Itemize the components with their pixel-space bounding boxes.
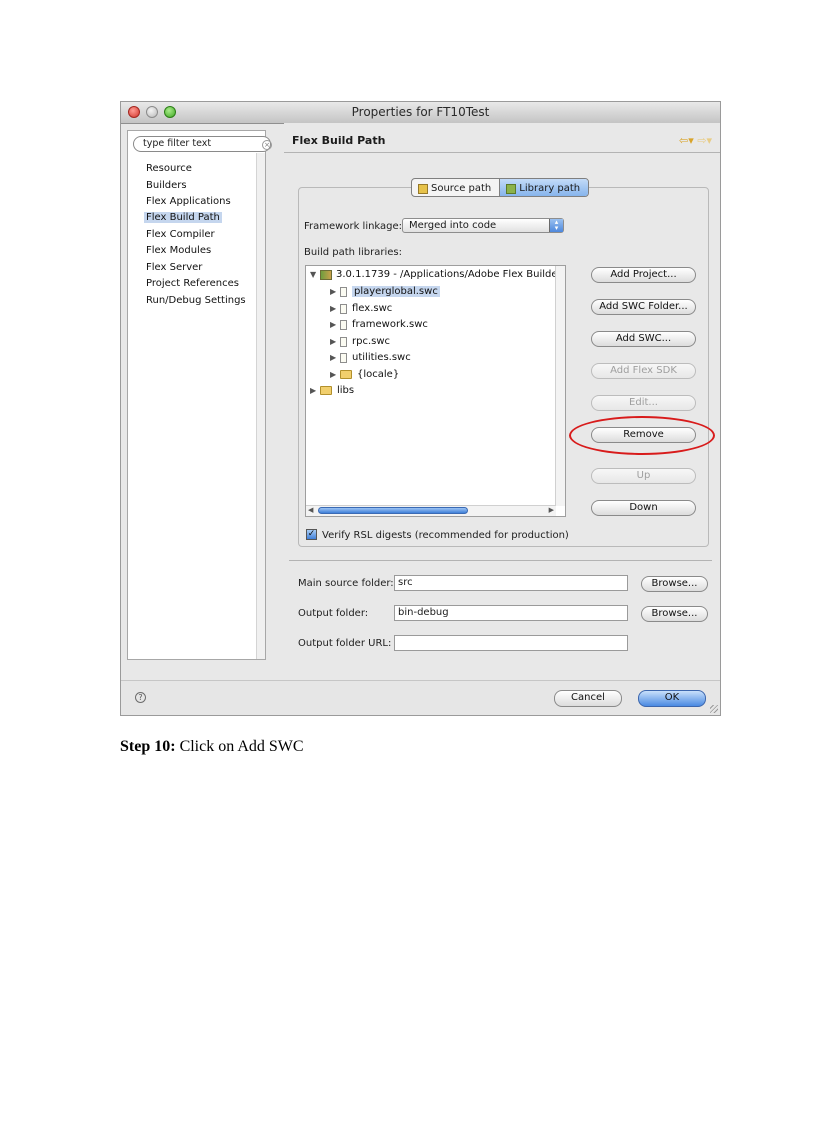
tree-node-sdk[interactable]: ▼ 3.0.1.1739 - /Applications/Adobe Flex … [310,269,566,280]
collapsed-triangle-icon[interactable]: ▶ [330,320,340,329]
build-path-libraries-label: Build path libraries: [304,247,402,258]
verify-rsl-label: Verify RSL digests (recommended for prod… [322,530,569,541]
tree-node-libs[interactable]: ▶ libs [310,385,354,396]
sidebar-item-flex-server[interactable]: Flex Server [146,262,202,273]
path-tabs: Source path Library path [411,178,590,197]
collapsed-triangle-icon[interactable]: ▶ [310,386,320,395]
collapsed-triangle-icon[interactable]: ▶ [330,370,340,379]
main-source-folder-label: Main source folder: [298,578,394,589]
filter-input[interactable]: type filter text × [133,136,272,152]
collapsed-triangle-icon[interactable]: ▶ [330,304,340,313]
scroll-right-icon[interactable]: ▶ [549,506,554,514]
output-folder-url-input[interactable] [394,635,628,651]
rpc-swc-label: rpc.swc [352,336,391,347]
flex-swc-label: flex.swc [352,303,393,314]
forward-arrow-icon[interactable]: ⇨▾ [697,134,712,147]
output-folder-label: Output folder: [298,608,369,619]
expanded-triangle-icon[interactable]: ▼ [310,270,320,279]
swc-file-icon [340,352,347,363]
sdk-node-label: 3.0.1.1739 - /Applications/Adobe Flex Bu… [336,269,566,280]
tab-library-path[interactable]: Library path [499,179,589,196]
playerglobal-label: playerglobal.swc [352,286,440,297]
collapsed-triangle-icon[interactable]: ▶ [330,287,340,296]
history-nav: ⇦▾ ⇨▾ [679,134,712,147]
scroll-left-icon[interactable]: ◀ [308,506,313,514]
window-title: Properties for FT10Test [351,105,490,119]
tab-source-path[interactable]: Source path [412,179,499,196]
sidebar-item-project-references[interactable]: Project References [146,278,239,289]
down-button[interactable]: Down [591,500,696,516]
sidebar-item-flex-build-path[interactable]: Flex Build Path [144,212,222,223]
tree-node-utilities[interactable]: ▶ utilities.swc [330,352,411,363]
collapsed-triangle-icon[interactable]: ▶ [330,353,340,362]
swc-file-icon [340,286,347,297]
horizontal-scroll-thumb[interactable] [318,507,468,514]
flex-build-path-page: Flex Build Path ⇦▾ ⇨▾ Source path Librar… [284,123,720,681]
framework-linkage-select[interactable]: Merged into code ▴ ▾ [402,218,564,233]
remove-highlight-ring [569,416,715,455]
sidebar-item-flex-compiler[interactable]: Flex Compiler [146,229,215,240]
cancel-button[interactable]: Cancel [554,690,622,707]
tree-node-locale[interactable]: ▶ {locale} [330,369,399,380]
framework-linkage-value: Merged into code [409,220,497,231]
folder-icon [320,386,332,395]
sidebar-item-builders[interactable]: Builders [146,180,187,191]
section-divider [289,560,712,561]
step-number: Step 10: [120,738,176,755]
folder-icon [340,370,352,379]
add-project-button[interactable]: Add Project... [591,267,696,283]
tree-node-rpc[interactable]: ▶ rpc.swc [330,336,390,347]
swc-file-icon [340,336,347,347]
add-swc-folder-button[interactable]: Add SWC Folder... [591,299,696,315]
output-folder-url-label: Output folder URL: [298,638,392,649]
add-swc-button[interactable]: Add SWC... [591,331,696,347]
step-caption: Step 10: Click on Add SWC [120,738,304,756]
source-folder-icon [418,183,428,194]
tab-library-path-label: Library path [519,183,581,194]
sidebar-scrollbar[interactable] [256,153,265,659]
back-arrow-icon[interactable]: ⇦▾ [679,134,694,147]
step-instruction: Click on Add SWC [175,738,304,755]
framework-linkage-label: Framework linkage: [304,221,403,232]
verify-rsl-checkbox[interactable]: ✓ [306,529,317,540]
browse-source-folder-button[interactable]: Browse... [641,576,708,592]
sidebar-item-run-debug-settings[interactable]: Run/Debug Settings [146,295,246,306]
tab-source-path-label: Source path [431,183,492,194]
utilities-swc-label: utilities.swc [352,352,411,363]
tree-node-playerglobal[interactable]: ▶ playerglobal.swc [330,286,440,297]
library-icon [506,183,517,194]
locale-label: {locale} [357,369,400,380]
build-path-libraries-tree: ▼ 3.0.1.1739 - /Applications/Adobe Flex … [305,265,566,517]
tree-node-framework[interactable]: ▶ framework.swc [330,319,428,330]
clear-filter-icon[interactable]: × [262,140,272,150]
up-button[interactable]: Up [591,468,696,484]
dialog-button-bar: ? Cancel OK [121,680,720,715]
resize-grip-icon[interactable] [710,705,718,713]
title-bar[interactable]: Properties for FT10Test [121,102,720,124]
swc-file-icon [340,319,347,330]
edit-button[interactable]: Edit... [591,395,696,411]
help-icon[interactable]: ? [135,692,146,703]
libs-label: libs [337,385,355,396]
tree-node-flex[interactable]: ▶ flex.swc [330,303,392,314]
sidebar-item-flex-modules[interactable]: Flex Modules [146,245,211,256]
properties-dialog: Properties for FT10Test type filter text… [120,101,721,716]
select-arrows-icon: ▴ ▾ [549,219,563,232]
page-title: Flex Build Path [292,134,386,147]
libraries-vertical-scrollbar[interactable] [555,266,565,506]
add-flex-sdk-button[interactable]: Add Flex SDK [591,363,696,379]
sdk-library-icon [320,269,332,280]
output-folder-input[interactable]: bin-debug [394,605,628,621]
libraries-horizontal-scrollbar[interactable]: ◀ ▶ [306,505,556,516]
sidebar-item-flex-applications[interactable]: Flex Applications [146,196,231,207]
main-source-folder-input[interactable]: src [394,575,628,591]
sidebar-item-resource[interactable]: Resource [146,163,192,174]
swc-file-icon [340,303,347,314]
collapsed-triangle-icon[interactable]: ▶ [330,337,340,346]
browse-output-folder-button[interactable]: Browse... [641,606,708,622]
ok-button[interactable]: OK [638,690,706,707]
framework-swc-label: framework.swc [352,319,428,330]
header-divider [284,152,720,153]
property-page-tree: type filter text × Resource Builders Flex… [127,130,272,660]
